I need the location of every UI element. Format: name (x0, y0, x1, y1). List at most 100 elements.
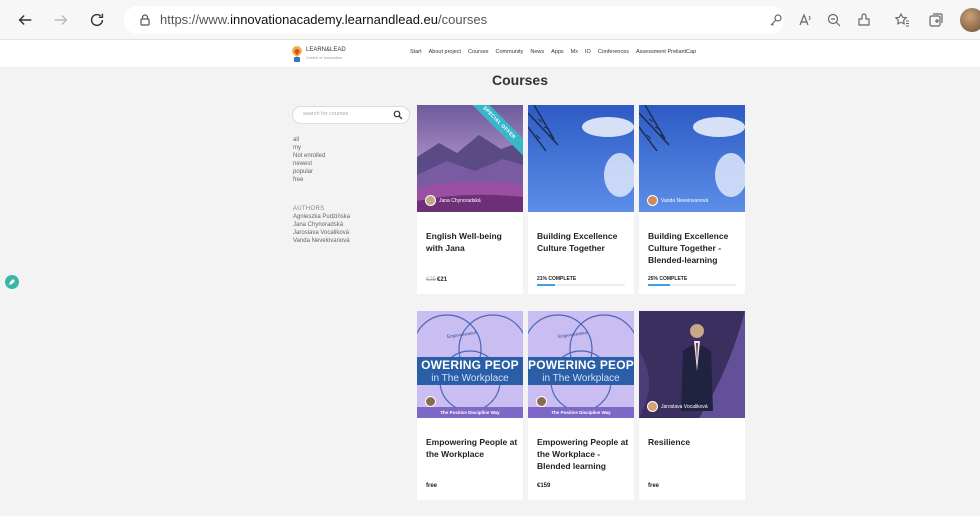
course-title[interactable]: Building Excellence Culture Together - B… (648, 230, 740, 266)
menu-item-io[interactable]: IO (585, 49, 591, 55)
author-avatar (647, 195, 658, 206)
author-chip (536, 396, 547, 407)
back-button[interactable] (14, 9, 36, 31)
course-thumbnail: SPECIAL OFFER Jana Chynoradská (417, 105, 523, 212)
menu-item-conferences[interactable]: Conferences (598, 49, 629, 55)
address-bar[interactable]: https://www.innovationacademy.learnandle… (124, 6, 784, 34)
course-title[interactable]: Resilience (648, 436, 740, 448)
banner-text: POWERING PEOP (528, 358, 634, 372)
sky-tree-image (528, 105, 634, 212)
author-avatar (425, 195, 436, 206)
course-card[interactable]: Empowerment OWERING PEOP in The Workplac… (417, 311, 523, 500)
arrow-right-icon (54, 14, 68, 26)
author-filter-item[interactable]: Agnieszka Pudzińska (293, 213, 350, 221)
progress-fill (537, 284, 556, 286)
refresh-button[interactable] (86, 9, 108, 31)
search-icon[interactable] (393, 110, 403, 120)
logo-text: LEARN&LEAD Centre of Innovation (306, 47, 346, 60)
author-filter-item[interactable]: Jaroslava Vocaliková (293, 229, 350, 237)
profile-avatar[interactable] (960, 8, 980, 32)
edit-button[interactable] (5, 275, 19, 289)
key-icon[interactable] (766, 10, 786, 30)
site-logo[interactable]: LEARN&LEAD Centre of Innovation (292, 45, 346, 63)
banner-text: OWERING PEOP (421, 358, 519, 372)
banner-footer: The Positive Discipline Way (417, 407, 523, 418)
author-name: Jana Chynoradská (439, 197, 481, 204)
author-filter-item[interactable]: Jana Chynoradská (293, 221, 350, 229)
logo-mark-icon (292, 46, 302, 62)
course-title[interactable]: Empowering People at the Workplace (426, 436, 518, 460)
progress-label: 25% COMPLETE (648, 276, 688, 282)
progress-bar (537, 284, 625, 286)
author-chip: Vanda Nevelovanová (647, 195, 708, 206)
menu-item-news[interactable]: News (530, 49, 544, 55)
url-text: https://www.innovationacademy.learnandle… (160, 12, 488, 27)
filter-my[interactable]: my (293, 144, 325, 152)
course-card[interactable]: Building Excellence Culture Together 21%… (528, 105, 634, 294)
course-thumbnail: Jaroslava Vocaliková (639, 311, 745, 418)
course-price: free (648, 483, 660, 489)
author-chip (425, 396, 436, 407)
arrow-left-icon (18, 14, 32, 26)
main-menu: Start About project Courses Community Ne… (410, 49, 696, 55)
course-title[interactable]: Empowering People at the Workplace - Ble… (537, 436, 629, 472)
filter-popular[interactable]: popular (293, 168, 325, 176)
course-thumbnail: Empowerment OWERING PEOP in The Workplac… (417, 311, 523, 418)
pencil-icon (9, 279, 15, 285)
progress-bar (648, 284, 736, 286)
author-filter-item[interactable]: Vanda Nevelovanová (293, 237, 350, 245)
authors-heading: AUTHORS (293, 206, 325, 212)
progress-label: 21% COMPLETE (537, 276, 577, 282)
course-card[interactable]: SPECIAL OFFER Jana Chynoradská English W… (417, 105, 523, 294)
course-search-input[interactable]: search for courses (292, 106, 410, 124)
menu-item-start[interactable]: Start (410, 49, 422, 55)
course-filters: all my Not enrolled newest popular free (293, 136, 325, 184)
menu-item-about[interactable]: About project (429, 49, 461, 55)
course-title[interactable]: Building Excellence Culture Together (537, 230, 629, 254)
author-name: Vanda Nevelovanová (661, 197, 709, 204)
course-original-price: €25 (426, 277, 437, 283)
course-price: €159 (537, 483, 551, 489)
course-thumbnail: Vanda Nevelovanová (639, 105, 745, 212)
authors-filter: AUTHORS Agnieszka Pudzińska Jana Chynora… (293, 205, 350, 245)
lock-icon (140, 14, 150, 26)
filter-free[interactable]: free (293, 176, 325, 184)
read-aloud-icon[interactable] (796, 10, 816, 30)
course-card[interactable]: Jaroslava Vocaliková Resilience free (639, 311, 745, 500)
course-card[interactable]: Empowerment POWERING PEOP in The Workpla… (528, 311, 634, 500)
filter-all[interactable]: all (293, 136, 325, 144)
author-avatar (647, 401, 658, 412)
refresh-icon (90, 13, 104, 27)
menu-item-assessment[interactable]: Assessment PreliantCap (636, 49, 696, 55)
filter-newest[interactable]: newest (293, 160, 325, 168)
menu-item-mx[interactable]: Mx (571, 49, 578, 55)
menu-item-apps[interactable]: Apps (551, 49, 564, 55)
course-title[interactable]: English Well-being with Jana (426, 230, 518, 254)
site-header: LEARN&LEAD Centre of Innovation Start Ab… (0, 40, 980, 68)
menu-item-courses[interactable]: Courses (468, 49, 488, 55)
author-avatar (425, 396, 436, 407)
course-card[interactable]: Vanda Nevelovanová Building Excellence C… (639, 105, 745, 294)
collections-icon[interactable] (926, 10, 946, 30)
progress-fill (648, 284, 670, 286)
banner-subtext: in The Workplace (542, 373, 620, 384)
course-price: free (426, 483, 438, 489)
page-title: Courses (491, 72, 549, 88)
course-thumbnail (528, 105, 634, 212)
search-placeholder: search for courses (303, 111, 349, 117)
extension-icon[interactable] (854, 10, 874, 30)
banner-footer: The Positive Discipline Way (528, 407, 634, 418)
forward-button[interactable] (50, 9, 72, 31)
course-price: €25€21 (426, 277, 448, 283)
banner-subtext: in The Workplace (431, 373, 509, 384)
course-thumbnail: Empowerment POWERING PEOP in The Workpla… (528, 311, 634, 418)
browser-toolbar: https://www.innovationacademy.learnandle… (0, 0, 980, 40)
author-chip: Jana Chynoradská (425, 195, 481, 206)
author-chip: Jaroslava Vocaliková (647, 401, 708, 412)
filter-not-enrolled[interactable]: Not enrolled (293, 152, 325, 160)
menu-item-community[interactable]: Community (496, 49, 524, 55)
zoom-icon[interactable] (824, 10, 844, 30)
author-avatar (536, 396, 547, 407)
author-name: Jaroslava Vocaliková (661, 403, 708, 410)
favorites-icon[interactable] (892, 10, 912, 30)
